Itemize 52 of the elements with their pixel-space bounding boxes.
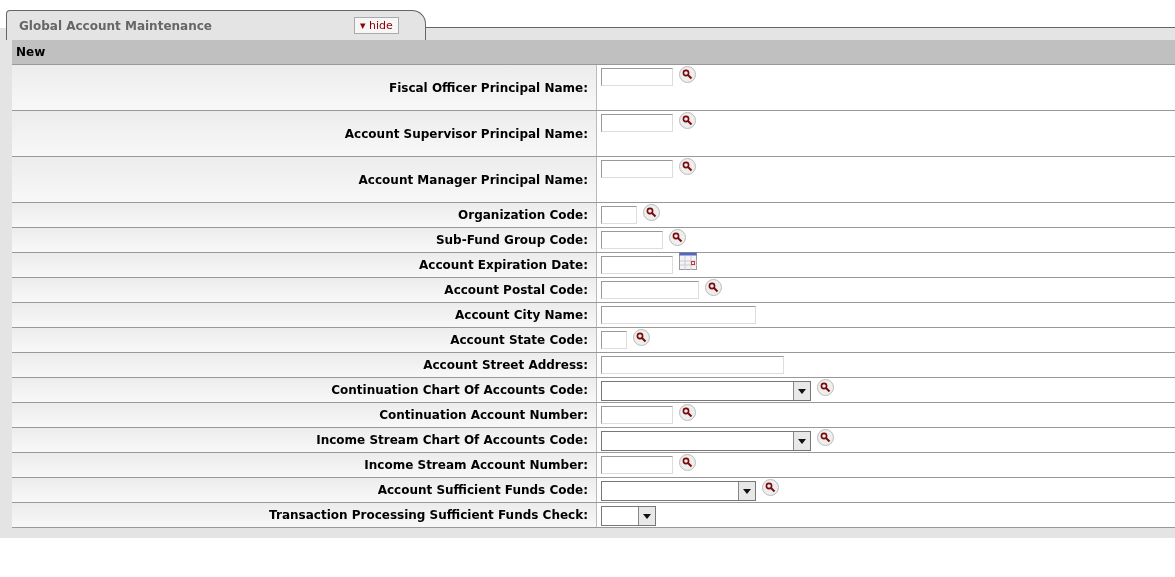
caret-icon <box>743 488 751 494</box>
text-field[interactable] <box>601 456 673 474</box>
field-label: Income Stream Account Number: <box>12 453 597 477</box>
text-field[interactable] <box>601 356 784 374</box>
caret-icon <box>643 513 651 519</box>
field-label: Account State Code: <box>12 328 597 352</box>
caret-icon <box>798 388 806 394</box>
text-field[interactable] <box>601 68 673 86</box>
search-icon[interactable] <box>817 379 834 396</box>
field-label: Account City Name: <box>12 303 597 327</box>
search-icon[interactable] <box>817 429 834 446</box>
field-label: Continuation Chart Of Accounts Code: <box>12 378 597 402</box>
field-label: Account Sufficient Funds Code: <box>12 478 597 502</box>
search-icon[interactable] <box>762 479 779 496</box>
search-icon[interactable] <box>679 66 696 83</box>
text-field[interactable] <box>601 206 637 224</box>
text-field[interactable] <box>601 231 663 249</box>
field-label: Income Stream Chart Of Accounts Code: <box>12 428 597 452</box>
search-icon[interactable] <box>679 454 696 471</box>
text-field[interactable] <box>601 160 673 178</box>
search-icon[interactable] <box>643 204 660 221</box>
search-icon[interactable] <box>679 404 696 421</box>
search-icon[interactable] <box>633 329 650 346</box>
tab-title: Global Account Maintenance <box>19 18 213 33</box>
search-icon[interactable] <box>679 112 696 129</box>
dropdown[interactable] <box>601 381 811 401</box>
field-label: Sub-Fund Group Code: <box>12 228 597 252</box>
text-field[interactable] <box>601 114 673 132</box>
calendar-icon[interactable] <box>679 252 697 270</box>
section-header: New <box>12 40 1175 65</box>
field-label: Account Expiration Date: <box>12 253 597 277</box>
text-field[interactable] <box>601 306 756 324</box>
search-icon[interactable] <box>705 279 722 296</box>
field-label: Organization Code: <box>12 203 597 227</box>
hide-button[interactable]: ▾ hide <box>354 17 399 34</box>
field-label: Account Supervisor Principal Name: <box>12 111 597 156</box>
dropdown[interactable] <box>601 506 656 526</box>
text-field[interactable] <box>601 331 627 349</box>
search-icon[interactable] <box>679 158 696 175</box>
field-label: Account Manager Principal Name: <box>12 157 597 202</box>
caret-icon <box>798 438 806 444</box>
field-label: Transaction Processing Sufficient Funds Check: <box>12 503 597 527</box>
dropdown[interactable] <box>601 431 811 451</box>
dropdown[interactable] <box>601 481 756 501</box>
text-field[interactable] <box>601 281 699 299</box>
field-label: Account Postal Code: <box>12 278 597 302</box>
text-field[interactable] <box>601 406 673 424</box>
field-label: Continuation Account Number: <box>12 403 597 427</box>
date-field[interactable] <box>601 256 673 274</box>
search-icon[interactable] <box>669 229 686 246</box>
field-label: Account Street Address: <box>12 353 597 377</box>
field-label: Fiscal Officer Principal Name: <box>12 65 597 110</box>
